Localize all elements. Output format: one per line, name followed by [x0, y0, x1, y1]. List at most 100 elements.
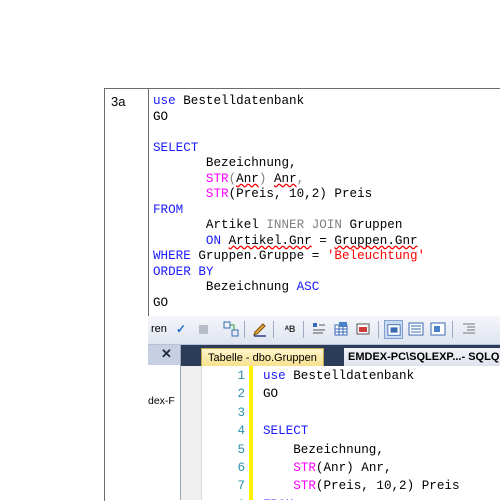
- include-plan-icon[interactable]: [407, 320, 425, 338]
- code-token: Gruppen.Gnr: [334, 233, 418, 248]
- code-token: =: [311, 233, 335, 248]
- code-line: ON Artikel.Gnr = Gruppen.Gnr: [153, 234, 498, 250]
- code-line: GO: [153, 110, 498, 126]
- display-plan-icon[interactable]: [384, 320, 403, 339]
- client-stats-icon[interactable]: [429, 320, 447, 338]
- sql-code-listing: use Bestelldatenbank GO SELECT Bezeichnung…: [153, 94, 498, 311]
- results-to-text-icon[interactable]: [310, 320, 328, 338]
- code-token: GO: [263, 387, 279, 402]
- indent-icon[interactable]: [460, 320, 478, 338]
- results-to-file-icon[interactable]: [354, 320, 372, 338]
- code-line: Bezeichnung,: [153, 156, 498, 172]
- tab-tabelle-gruppen[interactable]: Tabelle - dbo.Gruppen: [201, 348, 324, 367]
- panel-tree-text[interactable]: dex-F: [148, 395, 175, 407]
- code-token: INNER JOIN: [266, 218, 342, 232]
- code-token: ORDER BY: [153, 264, 214, 279]
- line-number: 2: [237, 387, 245, 402]
- code-token: (Preis, 10,2) Preis: [315, 479, 460, 494]
- code-token: WHERE: [153, 249, 191, 263]
- editor-line: STR(Anr) Anr,: [263, 461, 392, 475]
- line-number: 1: [237, 369, 245, 383]
- code-token: Bezeichnung,: [153, 156, 297, 170]
- code-token: SELECT: [153, 140, 199, 155]
- code-token: 'Beleuchtung': [326, 249, 426, 263]
- code-line: ORDER BY: [153, 265, 498, 281]
- code-token: STR: [293, 479, 316, 494]
- editor-line: use Bestelldatenbank: [263, 369, 414, 383]
- code-token: (Anr) Anr,: [315, 461, 392, 475]
- code-token: Bestelldatenbank: [175, 94, 305, 108]
- toolbar-partial-label: ren: [151, 323, 167, 335]
- close-icon[interactable]: ✕: [161, 346, 172, 362]
- code-token: GO: [153, 109, 169, 124]
- checkmark-icon[interactable]: ✓: [172, 320, 190, 338]
- toolbar-separator: [244, 321, 245, 338]
- code-token: ): [258, 171, 274, 186]
- code-token: use: [263, 369, 286, 383]
- toolbar: ren ✓ ᴬB: [148, 316, 500, 345]
- editor-line: GO: [263, 387, 278, 401]
- code-token: ,: [296, 171, 305, 186]
- code-token: Anr: [236, 171, 259, 186]
- editor-line: SELECT: [263, 424, 308, 438]
- code-line: use Bestelldatenbank: [153, 94, 498, 110]
- line-number: 7: [237, 479, 245, 494]
- line-number: 4: [237, 424, 245, 439]
- document-tabstrip: Tabelle - dbo.Gruppen EMDEX-PC\SQLEXP...…: [181, 345, 500, 367]
- editor-margin: [181, 366, 202, 500]
- code-line: GO: [153, 296, 498, 312]
- code-line: SELECT: [153, 141, 498, 157]
- change-tracking-bar: [249, 366, 253, 500]
- code-token: STR: [293, 461, 316, 475]
- code-token: Gruppen: [341, 218, 403, 232]
- spellcheck-icon[interactable]: ᴬB: [281, 320, 299, 338]
- code-token: use: [153, 94, 176, 108]
- code-token: FROM: [153, 202, 184, 217]
- code-token: ON: [205, 233, 222, 248]
- code-token: Gruppen.Gruppe =: [190, 249, 327, 263]
- results-to-grid-icon[interactable]: [332, 320, 350, 338]
- code-token: Artikel: [153, 218, 267, 232]
- query-editor[interactable]: 12345678use BestelldatenbankGOSELECT Bez…: [181, 366, 500, 500]
- editor-line: STR(Preis, 10,2) Preis: [263, 479, 460, 494]
- toolbar-separator: [273, 321, 274, 338]
- stop-icon[interactable]: [194, 320, 212, 338]
- code-token: Anr: [273, 171, 297, 186]
- toolbar-separator: [303, 321, 304, 338]
- code-line: FROM: [153, 203, 498, 219]
- code-token: STR: [205, 187, 229, 201]
- code-token: SELECT: [263, 424, 309, 439]
- editor-line: Bezeichnung,: [263, 443, 384, 457]
- code-token: Bezeichnung,: [263, 442, 384, 457]
- line-number: 3: [237, 405, 245, 420]
- panel-header: ✕: [148, 345, 180, 365]
- code-token: GO: [153, 295, 169, 310]
- code-line: Artikel INNER JOIN Gruppen: [153, 218, 498, 234]
- tab-sqlquery[interactable]: EMDEX-PC\SQLEXP...- SQLQ: [344, 348, 500, 366]
- ssms-screenshot: ren ✓ ᴬB ✕ dex-F Tabelle - dbo.Gruppen E…: [148, 316, 500, 500]
- object-explorer-panel: ✕ dex-F: [148, 345, 181, 500]
- code-token: ASC: [296, 280, 320, 294]
- code-line: Bezeichnung ASC: [153, 280, 498, 296]
- code-token: STR: [205, 171, 229, 186]
- line-number: 6: [237, 461, 245, 475]
- code-token: Bestelldatenbank: [285, 369, 415, 383]
- code-line: STR(Anr) Anr,: [153, 172, 498, 188]
- code-line: WHERE Gruppen.Gruppe = 'Beleuchtung': [153, 249, 498, 265]
- code-token: (Preis, 10,2) Preis: [228, 187, 373, 201]
- label-cell: [104, 88, 149, 500]
- code-token: Bezeichnung: [153, 280, 297, 294]
- toolbar-separator: [452, 321, 453, 338]
- line-number: 5: [237, 442, 245, 457]
- code-line: STR(Preis, 10,2) Preis: [153, 187, 498, 203]
- comment-icon[interactable]: [251, 320, 269, 338]
- row-label: 3a: [111, 94, 126, 109]
- toolbar-separator: [378, 321, 379, 338]
- parse-icon[interactable]: [222, 320, 240, 338]
